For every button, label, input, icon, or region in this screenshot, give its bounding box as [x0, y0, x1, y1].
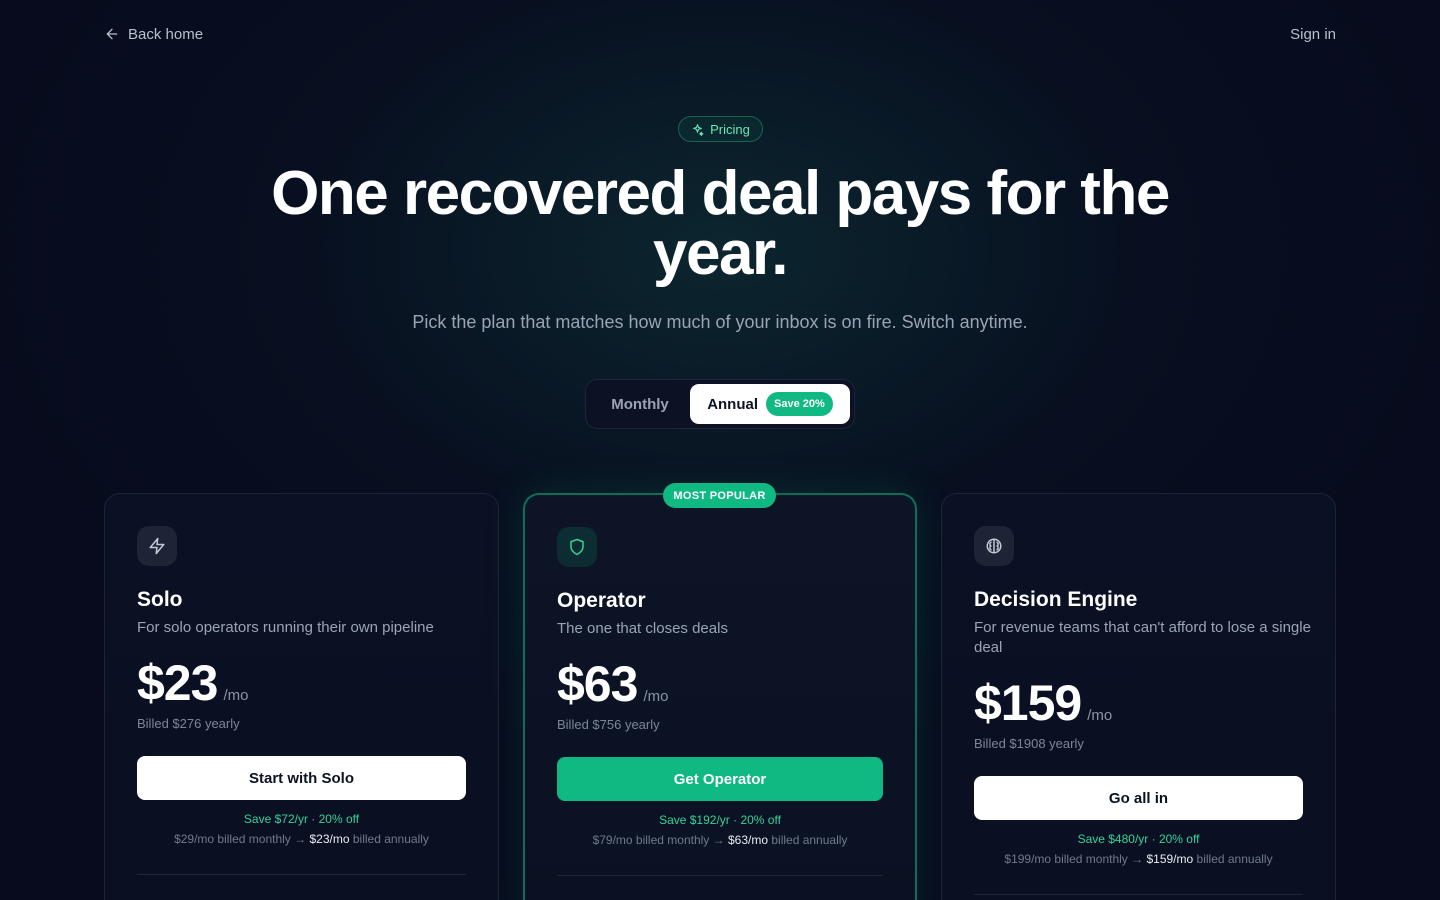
price-comparison: $79/mo billed monthly → $63/mo billed an…	[557, 833, 883, 847]
compare-annual: $23/mo	[309, 832, 350, 846]
price-row: $63 /mo	[557, 655, 668, 713]
price-row: $159 /mo	[974, 674, 1112, 732]
plan-price: $159	[974, 675, 1082, 731]
price-row: $23 /mo	[137, 654, 248, 712]
brain-icon	[986, 538, 1002, 554]
plan-card-decision-engine: Decision Engine For revenue teams that c…	[941, 493, 1336, 900]
save-badge: Save 20%	[766, 392, 833, 416]
billed-yearly: Billed $1908 yearly	[974, 736, 1084, 751]
start-solo-button[interactable]: Start with Solo	[137, 756, 466, 800]
plan-description: The one that closes deals	[557, 620, 728, 637]
card-divider	[974, 894, 1303, 895]
savings-text: Save $72/yr · 20% off	[243, 812, 360, 826]
plan-price: $63	[557, 656, 638, 712]
price-comparison: $199/mo billed monthly → $159/mo billed …	[974, 852, 1303, 866]
page-title: One recovered deal pays for the year.	[271, 159, 1170, 288]
plan-name: Operator	[557, 589, 646, 612]
plan-icon-box	[974, 526, 1014, 566]
plan-card-solo: Solo For solo operators running their ow…	[104, 493, 499, 900]
plan-icon-box	[137, 526, 177, 566]
savings-text: Save $192/yr · 20% off	[659, 813, 781, 827]
compare-suffix: billed annually	[771, 833, 848, 847]
most-popular-tag: MOST POPULAR	[663, 483, 776, 508]
billed-yearly: Billed $756 yearly	[557, 717, 660, 732]
compare-suffix: billed annually	[1196, 852, 1273, 866]
monthly-toggle-option[interactable]: Monthly	[590, 384, 690, 424]
price-period: /mo	[643, 688, 669, 705]
back-home-label: Back home	[128, 25, 204, 43]
billing-toggle: Monthly Annual Save 20%	[585, 379, 855, 429]
card-divider	[137, 874, 466, 875]
top-nav: Back home Sign in	[0, 0, 1440, 68]
page-subtitle: Pick the plan that matches how much of y…	[412, 312, 1028, 332]
pricing-badge: Pricing	[678, 116, 763, 142]
plan-price: $23	[137, 655, 218, 711]
plan-name: Decision Engine	[974, 588, 1138, 611]
back-home-link[interactable]: Back home	[104, 24, 203, 44]
lightning-icon	[149, 537, 165, 555]
compare-monthly: $29/mo billed monthly →	[174, 832, 307, 846]
compare-annual: $159/mo	[1146, 852, 1194, 866]
card-divider	[557, 875, 883, 876]
pricing-badge-label: Pricing	[710, 121, 750, 137]
compare-annual: $63/mo	[727, 833, 769, 847]
plan-description: For solo operators running their own pip…	[137, 619, 434, 636]
go-all-in-button[interactable]: Go all in	[974, 776, 1303, 820]
annual-toggle-label: Annual	[707, 395, 759, 413]
compare-suffix: billed annually	[352, 832, 429, 846]
plan-description: For revenue teams that can't afford to l…	[974, 619, 1311, 656]
plan-card-operator: Operator The one that closes deals $63 /…	[523, 493, 917, 900]
price-period: /mo	[1087, 707, 1113, 724]
annual-toggle-option[interactable]: Annual Save 20%	[690, 384, 850, 424]
plan-name: Solo	[137, 588, 183, 611]
billed-yearly: Billed $276 yearly	[137, 716, 240, 731]
price-period: /mo	[223, 687, 249, 704]
price-comparison: $29/mo billed monthly → $23/mo billed an…	[137, 832, 466, 846]
plan-icon-box	[557, 527, 597, 567]
get-operator-button[interactable]: Get Operator	[557, 757, 883, 801]
sign-in-link[interactable]: Sign in	[1290, 24, 1336, 44]
arrow-left-icon	[106, 28, 118, 40]
compare-monthly: $79/mo billed monthly →	[592, 833, 725, 847]
sparkles-icon	[693, 123, 704, 136]
compare-monthly: $199/mo billed monthly →	[1004, 852, 1144, 866]
savings-text: Save $480/yr · 20% off	[1077, 832, 1200, 846]
shield-icon	[570, 538, 584, 556]
